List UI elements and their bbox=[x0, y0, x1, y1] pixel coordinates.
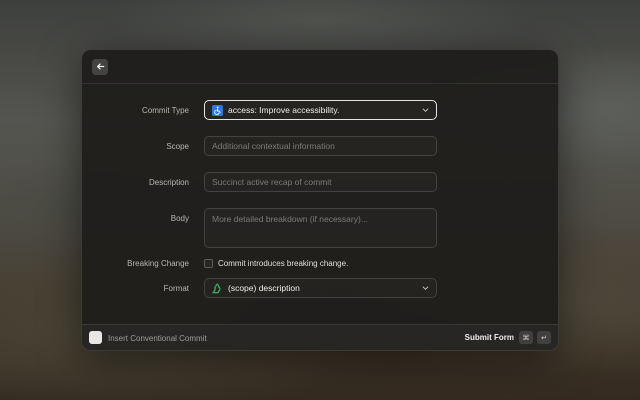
action-bar: Insert Conventional Commit Submit Form ⌘… bbox=[82, 324, 558, 350]
format-dropdown[interactable]: (scope) description bbox=[204, 278, 437, 298]
commit-type-dropdown[interactable]: access: Improve accessibility. bbox=[204, 100, 437, 120]
scope-label: Scope bbox=[166, 142, 189, 151]
description-input[interactable]: Succinct active recap of commit bbox=[204, 172, 437, 192]
description-placeholder: Succinct active recap of commit bbox=[212, 177, 332, 187]
commit-type-value: access: Improve accessibility. bbox=[228, 105, 340, 115]
format-label: Format bbox=[163, 284, 189, 293]
description-label: Description bbox=[148, 178, 189, 187]
chevron-down-icon bbox=[422, 286, 429, 290]
top-bar bbox=[82, 50, 558, 84]
raycast-form-window: Commit Type access: Improve accessibilit… bbox=[81, 49, 559, 351]
scope-input[interactable]: Additional contextual information bbox=[204, 136, 437, 156]
arrow-left-icon bbox=[96, 63, 104, 70]
scope-placeholder: Additional contextual information bbox=[212, 141, 335, 151]
chevron-down-icon bbox=[422, 108, 429, 112]
return-key-icon: ↵ bbox=[537, 331, 551, 344]
recycle-icon bbox=[212, 282, 223, 294]
command-title: Insert Conventional Commit bbox=[108, 334, 207, 343]
breaking-change-label: Breaking Change bbox=[127, 259, 189, 268]
command-key-icon: ⌘ bbox=[519, 331, 533, 344]
extension-icon bbox=[89, 331, 102, 344]
wheelchair-icon bbox=[212, 104, 223, 116]
body-label: Body bbox=[170, 214, 189, 223]
body-placeholder: More detailed breakdown (if necessary)..… bbox=[212, 214, 368, 224]
breaking-change-checkbox-label[interactable]: Commit introduces breaking change. bbox=[218, 259, 348, 268]
commit-type-label: Commit Type bbox=[142, 106, 189, 115]
back-button[interactable] bbox=[92, 58, 108, 75]
submit-form-button[interactable]: Submit Form bbox=[465, 333, 514, 342]
body-textarea[interactable]: More detailed breakdown (if necessary)..… bbox=[204, 208, 437, 248]
format-value: (scope) description bbox=[228, 283, 300, 293]
breaking-change-checkbox[interactable] bbox=[204, 259, 213, 268]
